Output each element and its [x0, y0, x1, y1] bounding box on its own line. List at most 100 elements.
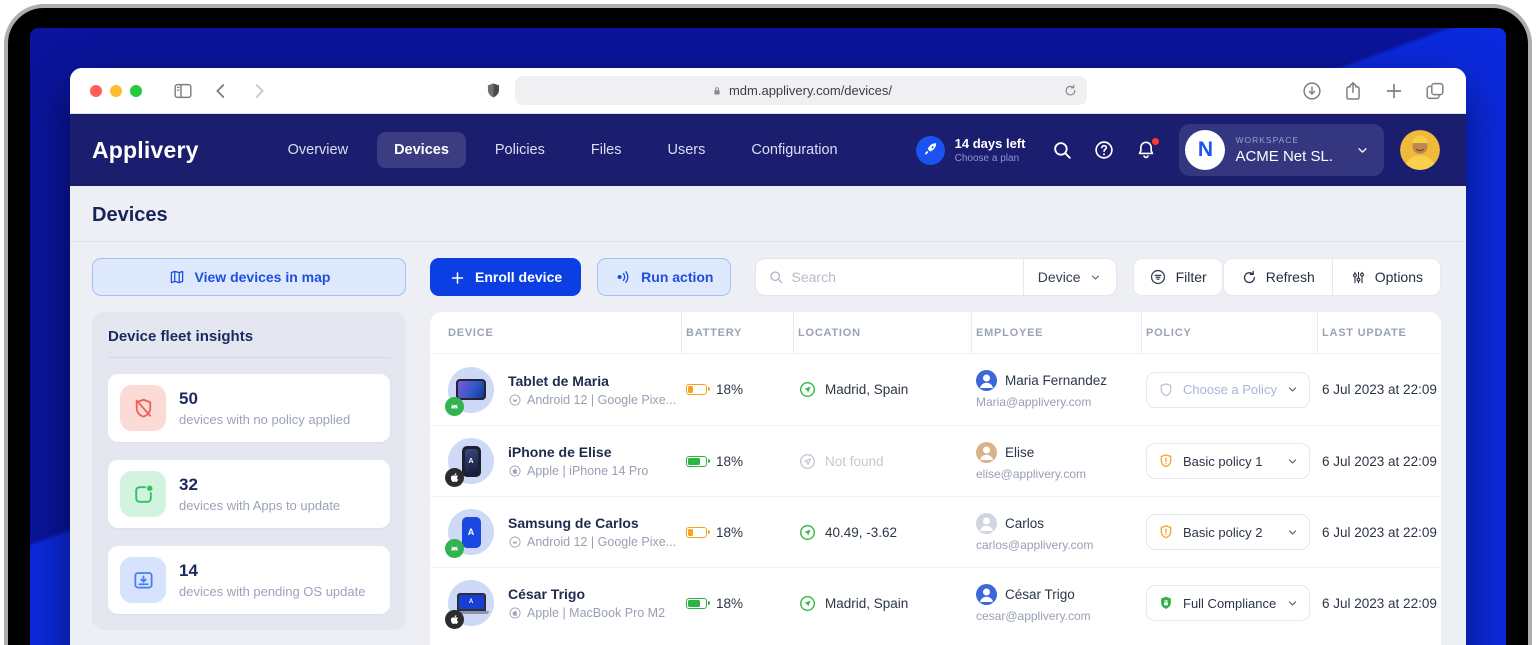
employee-name: César Trigo	[1005, 587, 1075, 602]
insight-text: 50devices with no policy applied	[179, 389, 350, 427]
tab-overview-icon[interactable]	[1424, 80, 1446, 102]
policy-dropdown[interactable]: Full Compliance	[1146, 585, 1310, 621]
battery-icon	[686, 456, 707, 467]
back-icon[interactable]	[210, 80, 232, 102]
trial-chip[interactable]: 14 days left Choose a plan	[916, 136, 1026, 165]
employee-email: Maria@applivery.com	[976, 395, 1091, 409]
nav-item-policies[interactable]: Policies	[478, 132, 562, 168]
new-tab-icon[interactable]	[1383, 80, 1405, 102]
zoom-window-button[interactable]	[130, 85, 142, 97]
employee-identity: Carlos	[976, 513, 1044, 534]
policy-dropdown[interactable]: Basic policy 1	[1146, 443, 1310, 479]
column-header-device: DEVICE	[430, 312, 682, 354]
policy-cell: Basic policy 2	[1142, 514, 1318, 550]
chevron-down-icon	[1286, 383, 1299, 396]
table-header: DEVICEBATTERYLOCATIONEMPLOYEEPOLICYLAST …	[430, 312, 1441, 354]
url-text: mdm.applivery.com/devices/	[729, 83, 892, 98]
employee-avatar	[976, 584, 997, 605]
enroll-device-button[interactable]: Enroll device	[430, 258, 581, 296]
lock-icon	[710, 84, 724, 98]
device-name: César Trigo	[508, 586, 665, 602]
workspace-label: WORKSPACE	[1235, 135, 1333, 145]
nav-item-devices[interactable]: Devices	[377, 132, 466, 168]
nav-item-overview[interactable]: Overview	[271, 132, 365, 168]
table-row[interactable]: ACésar TrigoApple | MacBook Pro M218%Mad…	[430, 567, 1441, 638]
battery-cell: 18%	[682, 525, 794, 540]
filter-icon	[1149, 268, 1167, 286]
employee-identity: Maria Fernandez	[976, 370, 1107, 391]
device-os-label: Apple | iPhone 14 Pro	[527, 464, 648, 478]
device-info: iPhone de EliseApple | iPhone 14 Pro	[508, 444, 648, 478]
chevron-down-icon	[1286, 526, 1299, 539]
location-cell: Not found	[794, 452, 972, 471]
privacy-shield-icon[interactable]	[484, 81, 503, 100]
battery-cell: 18%	[682, 454, 794, 469]
battery-percent: 18%	[716, 454, 743, 469]
sidebar-toggle-icon[interactable]	[172, 80, 194, 102]
minimize-window-button[interactable]	[110, 85, 122, 97]
device-avatar: A	[448, 438, 494, 484]
location-icon	[798, 380, 817, 399]
device-name: Tablet de Maria	[508, 373, 676, 389]
location-text: Madrid, Spain	[825, 382, 908, 397]
device-os: Apple | iPhone 14 Pro	[508, 464, 648, 478]
employee-avatar	[976, 370, 997, 391]
location-text: 40.49, -3.62	[825, 525, 897, 540]
address-bar[interactable]: mdm.applivery.com/devices/	[515, 76, 1087, 105]
reload-icon[interactable]	[1063, 83, 1078, 98]
filter-button[interactable]: Filter	[1133, 258, 1223, 296]
android-os-icon	[508, 393, 522, 407]
run-button-label: Run action	[641, 269, 713, 285]
chevron-down-icon	[1355, 143, 1370, 158]
device-os: Android 12 | Google Pixe...	[508, 535, 676, 549]
apple-badge-icon	[445, 468, 464, 487]
user-avatar[interactable]	[1400, 130, 1440, 170]
apple-os-icon	[508, 606, 522, 620]
notifications-bell-icon[interactable]	[1135, 139, 1157, 161]
employee-cell: Carloscarlos@applivery.com	[972, 513, 1142, 552]
table-row[interactable]: ASamsung de CarlosAndroid 12 | Google Pi…	[430, 496, 1441, 567]
search-scope-dropdown[interactable]: Device	[1023, 259, 1116, 295]
choose-a-plan-link[interactable]: Choose a plan	[955, 153, 1026, 164]
android-badge-icon	[445, 539, 464, 558]
policy-cell: Basic policy 1	[1142, 443, 1318, 479]
insight-card[interactable]: 50devices with no policy applied	[108, 374, 390, 442]
nav-item-users[interactable]: Users	[650, 132, 722, 168]
device-avatar: A	[448, 509, 494, 555]
nav-item-configuration[interactable]: Configuration	[734, 132, 854, 168]
applivery-logo[interactable]: Applivery	[92, 137, 199, 164]
insight-card[interactable]: 32devices with Apps to update	[108, 460, 390, 528]
help-icon[interactable]	[1093, 139, 1115, 161]
page-title: Devices	[70, 204, 1466, 242]
employee-identity: César Trigo	[976, 584, 1075, 605]
battery-percent: 18%	[716, 596, 743, 611]
close-window-button[interactable]	[90, 85, 102, 97]
main-nav: Overview Devices Policies Files Users Configu…	[271, 132, 855, 168]
downloads-icon[interactable]	[1301, 80, 1323, 102]
run-action-button[interactable]: Run action	[597, 258, 730, 296]
policy-dropdown[interactable]: Choose a Policy	[1146, 372, 1310, 408]
apple-badge-icon	[445, 610, 464, 629]
device-cell: AiPhone de EliseApple | iPhone 14 Pro	[430, 438, 682, 484]
nav-item-files[interactable]: Files	[574, 132, 639, 168]
workspace-switcher[interactable]: N WORKSPACE ACME Net SL.	[1179, 124, 1384, 176]
policy-label: Choose a Policy	[1183, 382, 1278, 397]
search-input[interactable]	[792, 269, 1023, 285]
employee-name: Elise	[1005, 445, 1034, 460]
rocket-icon	[916, 136, 945, 165]
refresh-button[interactable]: Refresh	[1224, 259, 1332, 295]
search-group: Device	[755, 258, 1117, 296]
insight-label: devices with pending OS update	[179, 584, 365, 599]
forward-icon[interactable]	[248, 80, 270, 102]
battery-icon	[686, 598, 707, 609]
policy-dropdown[interactable]: Basic policy 2	[1146, 514, 1310, 550]
table-row[interactable]: Tablet de MariaAndroid 12 | Google Pixe.…	[430, 354, 1441, 425]
share-icon[interactable]	[1342, 80, 1364, 102]
options-button[interactable]: Options	[1333, 259, 1440, 295]
last-update-text: 6 Jul 2023 at 22:09	[1322, 525, 1437, 540]
insight-value: 14	[179, 561, 365, 581]
search-icon[interactable]	[1051, 139, 1073, 161]
insight-card[interactable]: 14 devices with pending OS update	[108, 546, 390, 614]
view-devices-in-map-button[interactable]: View devices in map	[92, 258, 406, 296]
table-row[interactable]: AiPhone de EliseApple | iPhone 14 Pro 18%…	[430, 425, 1441, 496]
